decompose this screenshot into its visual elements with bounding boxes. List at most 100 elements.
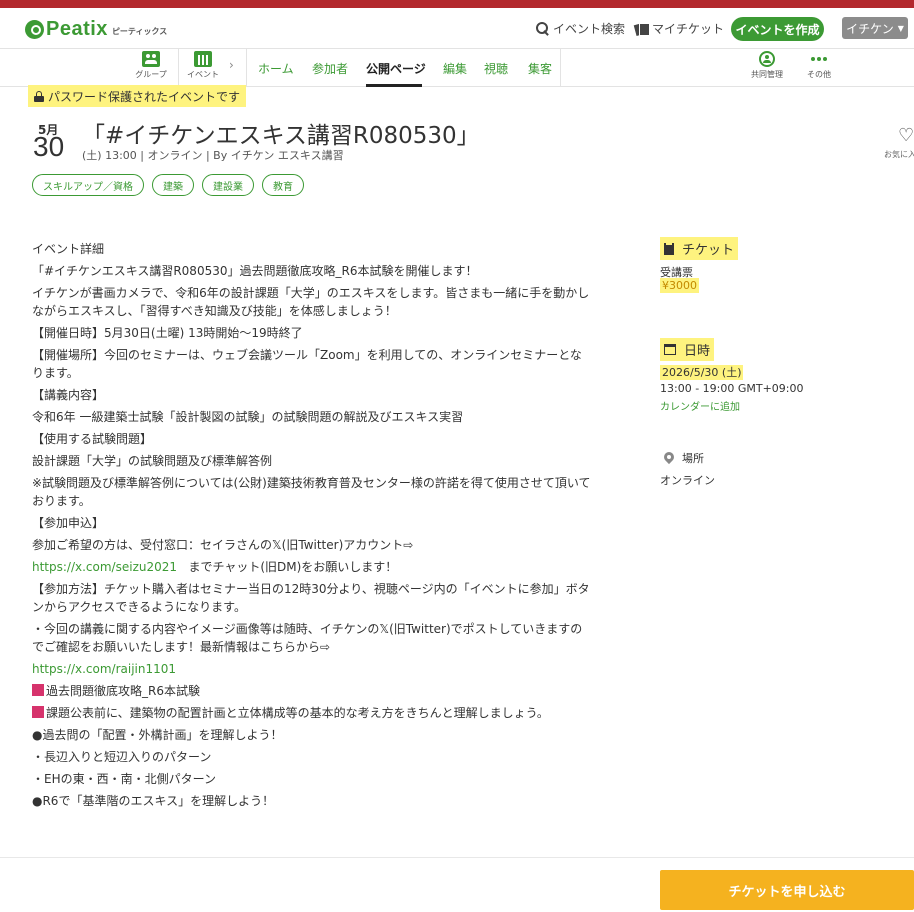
date-heading-label: 日時 — [684, 344, 711, 359]
description-paragraph: ※試験問題及び標準解答例については(公財)建築技術教育普及センター様の許諾を得て… — [32, 476, 591, 508]
nav-co-manage[interactable]: 共同管理 — [745, 51, 789, 85]
more-dots-icon — [810, 51, 828, 67]
description-paragraph: 【参加申込】 — [32, 516, 105, 530]
location-pin-icon — [664, 452, 674, 465]
pink-square-icon — [32, 684, 44, 696]
description-paragraph: 【参加方法】チケット購入者はセミナー当日の12時30分より、視聴ページ内の「イベ… — [32, 582, 590, 614]
tab-public-page[interactable]: 公開ページ — [366, 60, 426, 77]
event-search-link[interactable]: イベント検索 — [536, 20, 625, 37]
event-description: イベント詳細 「#イチケンエスキス講習R080530」過去問題徹底攻略_R6本試… — [32, 240, 592, 814]
nav-group-label: グループ — [135, 70, 167, 79]
ticket-heading: チケット — [660, 237, 739, 260]
description-paragraph: ・EHの東・西・南・北側パターン — [32, 772, 217, 786]
event-meta: (土) 13:00 | オンライン | By イチケン エスキス講習 — [82, 149, 344, 162]
description-paragraph: https://x.com/seizu2021 までチャット(旧DM)をお願いし… — [32, 558, 592, 576]
nav-group[interactable]: グループ — [129, 51, 173, 85]
peatix-logo-icon — [25, 20, 44, 39]
tab-watch[interactable]: 視聴 — [484, 60, 508, 77]
description-paragraph: 参加ご希望の方は、受付窓口：セイラさんの𝕏(旧Twitter)アカウント⇨ — [32, 538, 414, 552]
tab-attendees[interactable]: 参加者 — [312, 60, 348, 77]
tab-promote[interactable]: 集客 — [528, 60, 552, 77]
calendar-icon — [194, 51, 212, 67]
chevron-down-icon: ▼ — [897, 23, 904, 33]
date-value: 2026/5/30 (土) — [660, 364, 744, 380]
favorite-button[interactable]: ♡ お気に入り — [884, 127, 914, 160]
tag-list: スキルアップ／資格 建築 建設業 教育 — [32, 174, 304, 196]
raijin-twitter-link[interactable]: https://x.com/raijin1101 — [32, 662, 176, 676]
date-heading: 日時 — [660, 338, 715, 361]
bottom-action-bar: チケットを申し込む — [0, 857, 914, 912]
ticket-price-value: ¥3000 — [660, 278, 699, 293]
ticket-icon — [634, 22, 650, 36]
tab-home[interactable]: ホーム — [258, 60, 294, 77]
active-tab-indicator — [366, 84, 422, 87]
description-heading: イベント詳細 — [32, 242, 105, 256]
tag-architecture[interactable]: 建築 — [152, 174, 194, 196]
description-paragraph: ●過去問の「配置・外構計画」を理解しよう！ — [32, 728, 283, 742]
nav-event[interactable]: イベント — [181, 51, 225, 85]
calendar-icon — [664, 344, 676, 355]
place-value: オンライン — [660, 474, 715, 487]
lock-icon — [34, 90, 44, 102]
nav-co-manage-label: 共同管理 — [751, 70, 783, 79]
tab-edit[interactable]: 編集 — [443, 60, 467, 77]
apply-ticket-button[interactable]: チケットを申し込む — [660, 870, 914, 910]
event-day: 30 — [33, 131, 65, 162]
my-tickets-label: マイチケット — [652, 22, 725, 36]
ticket-heading-label: チケット — [682, 243, 735, 258]
add-to-calendar-link[interactable]: カレンダーに追加 — [660, 398, 740, 413]
description-inline-text: 過去問題徹底攻略_R6本試験 — [46, 684, 200, 698]
chevron-right-icon: › — [229, 58, 234, 72]
time-value: 13:00 - 19:00 GMT+09:00 — [660, 382, 804, 395]
nav-event-label: イベント — [187, 70, 219, 79]
nav-divider — [560, 49, 561, 86]
description-paragraph: ・長辺入りと短辺入りのパターン — [32, 750, 212, 764]
group-icon — [142, 51, 160, 67]
date-value-text: 2026/5/30 (土) — [660, 365, 744, 380]
description-inline-text: 課題公表前に、建築物の配置計画と立体構成等の基本的な考え方をきちんと理解しましょ… — [46, 706, 549, 720]
description-paragraph: イチケンが書画カメラで、令和6年の設計課題「大学」のエスキスをします。皆さまも一… — [32, 286, 590, 318]
top-accent-strip — [0, 0, 914, 8]
place-heading: 場所 — [660, 448, 708, 468]
description-paragraph: 【開催場所】今回のセミナーは、ウェブ会議ツール「Zoom」を利用しての、オンライ… — [32, 348, 582, 380]
ticket-price: ¥3000 — [660, 278, 699, 293]
description-paragraph: https://x.com/raijin1101 — [32, 660, 592, 678]
nav-more-label: その他 — [807, 70, 831, 79]
description-paragraph: 課題公表前に、建築物の配置計画と立体構成等の基本的な考え方をきちんと理解しましょ… — [32, 704, 592, 722]
site-header: Peatix ピーティックス イベント検索 マイチケット イベントを作成 イチケ… — [0, 8, 914, 48]
event-search-label: イベント検索 — [553, 22, 626, 36]
description-paragraph: 「#イチケンエスキス講習R080530」過去問題徹底攻略_R6本試験を開催します… — [32, 264, 478, 278]
my-tickets-link[interactable]: マイチケット — [634, 20, 724, 37]
description-inline-text: までチャット(旧DM)をお願いします！ — [188, 560, 398, 574]
peatix-logo[interactable]: Peatix ピーティックス — [25, 18, 167, 41]
description-paragraph: ●R6で「基準階のエスキス」を理解しよう！ — [32, 794, 275, 808]
ticket-icon — [664, 242, 674, 255]
logo-text: Peatix — [46, 18, 108, 40]
seizu-twitter-link[interactable]: https://x.com/seizu2021 — [32, 560, 177, 574]
user-name: イチケン — [846, 21, 894, 36]
nav-divider — [178, 49, 179, 86]
password-protected-badge: パスワード保護されたイベントです — [28, 85, 247, 107]
logo-subtext: ピーティックス — [111, 27, 168, 36]
tag-skillup[interactable]: スキルアップ／資格 — [32, 174, 144, 196]
nav-more[interactable]: その他 — [797, 51, 841, 85]
password-notice-text: パスワード保護されたイベントです — [48, 89, 241, 104]
description-paragraph: 【講義内容】 — [32, 388, 105, 402]
description-paragraph: 過去問題徹底攻略_R6本試験 — [32, 682, 592, 700]
description-paragraph: 設計課題「大学」の試験問題及び標準解答例 — [32, 454, 273, 468]
place-heading-label: 場所 — [682, 452, 704, 465]
user-circle-icon — [759, 51, 775, 67]
description-paragraph: 【開催日時】5月30日(土曜) 13時開始～19時終了 — [32, 326, 303, 340]
create-event-button[interactable]: イベントを作成 — [731, 17, 824, 41]
heart-icon: ♡ — [898, 127, 914, 146]
search-icon — [536, 22, 549, 35]
tag-education[interactable]: 教育 — [262, 174, 304, 196]
favorite-label: お気に入り — [884, 150, 914, 159]
description-paragraph: ・今回の講義に関する内容やイメージ画像等は随時、イチケンの𝕏(旧Twitter)… — [32, 622, 583, 654]
pink-square-icon — [32, 706, 44, 718]
user-menu-button[interactable]: イチケン ▼ — [842, 17, 908, 39]
event-nav-bar: グループ イベント › ホーム 参加者 公開ページ 編集 視聴 集客 共同管理 … — [0, 48, 914, 87]
nav-divider — [246, 49, 247, 86]
tag-construction[interactable]: 建設業 — [202, 174, 254, 196]
description-paragraph: 【使用する試験問題】 — [32, 432, 153, 446]
